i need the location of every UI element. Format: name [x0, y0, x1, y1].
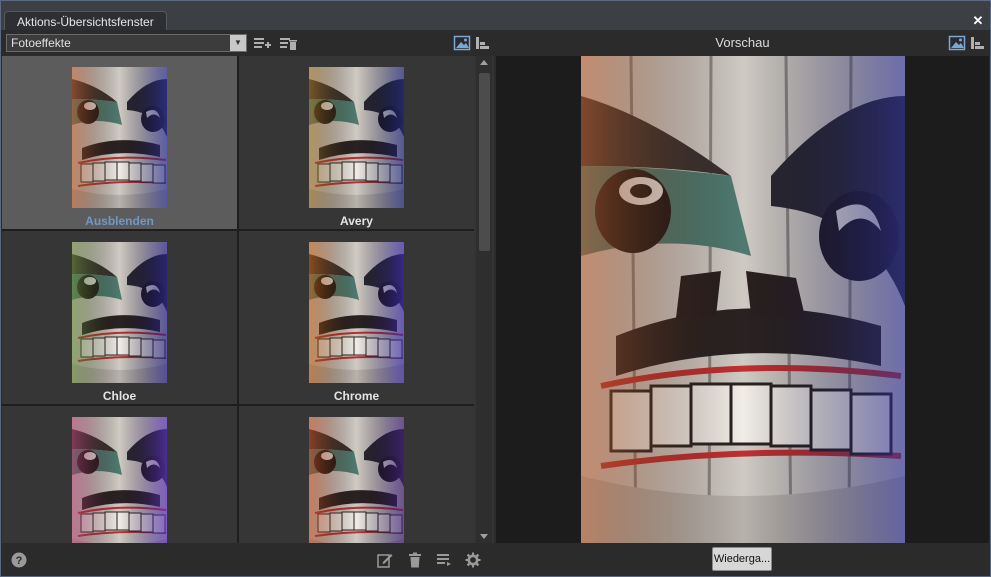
- preview-header: Vorschau: [496, 30, 989, 56]
- effect-tile[interactable]: [239, 406, 474, 543]
- help-icon[interactable]: ?: [11, 552, 27, 568]
- scrollbar-thumb[interactable]: [479, 73, 490, 251]
- trash-icon[interactable]: [407, 552, 423, 568]
- effect-label: Ausblenden: [85, 214, 154, 228]
- category-select-value: Fotoeffekte: [11, 36, 71, 50]
- image-view-icon[interactable]: [948, 35, 966, 51]
- list-settings-icon[interactable]: [436, 552, 452, 568]
- effects-scrollbar[interactable]: [476, 56, 492, 543]
- effect-thumbnail: [309, 417, 404, 543]
- close-icon[interactable]: ✕: [971, 14, 985, 28]
- preview-title: Vorschau: [715, 35, 770, 50]
- effects-toolbar: Fotoeffekte ▼: [2, 30, 494, 56]
- preview-footer: Wiederga...: [496, 543, 989, 575]
- effect-thumbnail: [72, 417, 167, 543]
- preview-image: [581, 56, 905, 543]
- effect-thumbnail: [309, 242, 404, 383]
- effect-tile[interactable]: [2, 406, 237, 543]
- totem-face-preview: [581, 56, 905, 543]
- tab-actions-overview[interactable]: Aktions-Übersichtsfenster: [4, 11, 167, 32]
- image-view-icon[interactable]: [453, 35, 471, 51]
- add-list-icon[interactable]: [253, 35, 271, 51]
- effect-label: Chloe: [102, 389, 137, 403]
- effect-tile[interactable]: Avery: [239, 56, 474, 229]
- chevron-down-icon[interactable]: ▼: [230, 35, 246, 51]
- scroll-up-icon[interactable]: [480, 60, 488, 65]
- scroll-down-icon[interactable]: [480, 534, 488, 539]
- category-select[interactable]: Fotoeffekte ▼: [6, 34, 247, 52]
- play-button[interactable]: Wiederga...: [712, 547, 772, 571]
- details-view-icon[interactable]: [969, 35, 987, 51]
- effect-label: Chrome: [333, 389, 380, 403]
- details-view-icon[interactable]: [474, 35, 492, 51]
- effect-tile[interactable]: Ausblenden: [2, 56, 237, 229]
- effect-label: Avery: [340, 214, 373, 228]
- gear-icon[interactable]: [465, 552, 481, 568]
- effects-panel: Fotoeffekte ▼ Ausblenden Avery Chloe Chrome…: [2, 30, 494, 575]
- delete-list-icon[interactable]: [279, 35, 297, 51]
- effect-tile[interactable]: Chloe: [2, 231, 237, 404]
- effect-thumbnail: [72, 67, 167, 208]
- effects-grid: Ausblenden Avery Chloe Chrome: [2, 56, 474, 543]
- svg-text:?: ?: [16, 555, 23, 567]
- effect-thumbnail: [309, 67, 404, 208]
- preview-panel: Vorschau Wiederga...: [496, 30, 989, 575]
- effects-footer: ?: [2, 543, 494, 575]
- effect-tile[interactable]: Chrome: [239, 231, 474, 404]
- effect-thumbnail: [72, 242, 167, 383]
- edit-icon[interactable]: [377, 552, 393, 568]
- title-bar: Aktions-Übersichtsfenster ✕: [0, 0, 991, 32]
